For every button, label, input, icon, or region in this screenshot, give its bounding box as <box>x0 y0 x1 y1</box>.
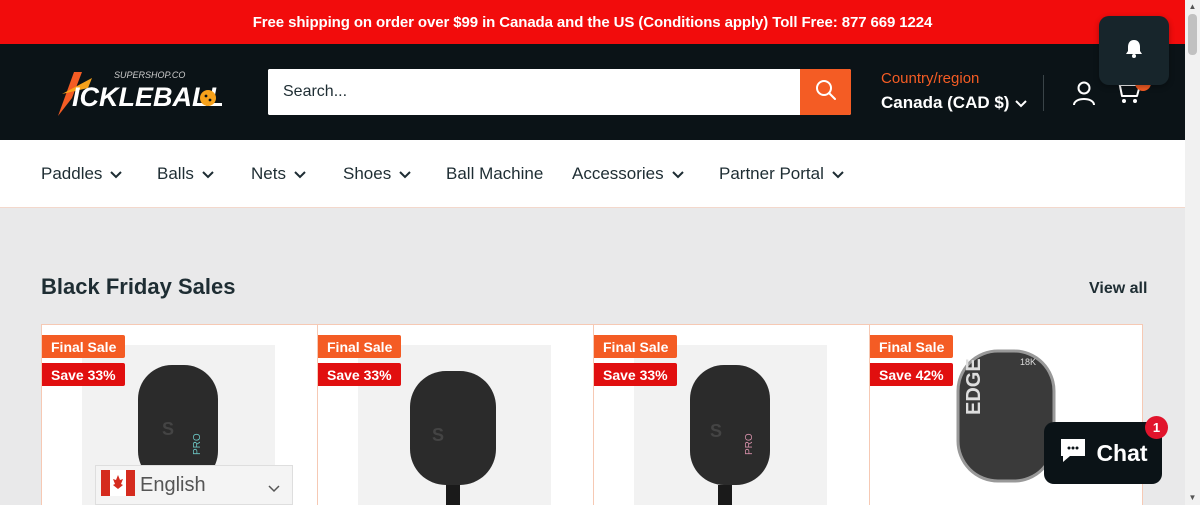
main-nav: Paddles Balls Nets Shoes Ball Machine Ac… <box>0 140 1185 208</box>
chevron-down-icon <box>294 164 306 184</box>
final-sale-badge: Final Sale <box>42 335 126 358</box>
country-dropdown[interactable]: Canada (CAD $) <box>881 93 1028 113</box>
scroll-down-arrow[interactable]: ▼ <box>1188 494 1197 502</box>
final-sale-badge: Final Sale <box>870 335 954 358</box>
product-card[interactable]: S PRO Final Sale Save 33% <box>594 325 870 505</box>
nav-item-ball-machine[interactable]: Ball Machine <box>446 164 543 184</box>
nav-item-balls[interactable]: Balls <box>157 164 214 184</box>
canada-flag-icon <box>101 469 135 501</box>
scroll-thumb[interactable] <box>1188 14 1197 55</box>
svg-text:EDGE: EDGE <box>963 358 985 415</box>
country-label: Country/region <box>881 70 980 87</box>
announcement-text: Free shipping on order over $99 in Canad… <box>252 13 933 31</box>
country-value: Canada (CAD $) <box>881 93 1010 112</box>
product-card[interactable]: S Final Sale Save 33% <box>318 325 594 505</box>
nav-item-paddles[interactable]: Paddles <box>41 164 123 184</box>
site-header: ICKLEBALL SUPERSHOP.CO Country/region Ca… <box>0 44 1185 140</box>
language-label: English <box>140 473 206 496</box>
notification-button[interactable] <box>1099 16 1169 85</box>
account-icon[interactable] <box>1071 80 1097 106</box>
announcement-bar: Free shipping on order over $99 in Canad… <box>0 0 1185 44</box>
chat-bubble-icon <box>1058 436 1088 470</box>
page-scrollbar[interactable]: ▲ ▼ <box>1185 0 1200 505</box>
svg-text:SUPERSHOP.CO: SUPERSHOP.CO <box>114 70 185 80</box>
chevron-down-icon <box>832 164 844 184</box>
svg-text:PRO: PRO <box>744 433 755 455</box>
chat-button[interactable]: Chat <box>1044 422 1162 484</box>
scroll-up-arrow[interactable]: ▲ <box>1188 3 1197 11</box>
header-divider <box>1043 75 1044 111</box>
svg-text:18K: 18K <box>1020 357 1036 367</box>
language-selector[interactable]: English <box>95 465 293 505</box>
nav-label: Partner Portal <box>719 164 824 183</box>
svg-text:PRO: PRO <box>192 433 203 455</box>
nav-label: Balls <box>157 164 194 183</box>
search-icon <box>815 79 837 106</box>
chevron-down-icon <box>671 164 684 184</box>
nav-item-nets[interactable]: Nets <box>251 164 306 184</box>
final-sale-badge: Final Sale <box>318 335 402 358</box>
discount-badge: Save 33% <box>42 363 125 386</box>
section-title: Black Friday Sales <box>41 274 236 299</box>
site-logo[interactable]: ICKLEBALL SUPERSHOP.CO <box>52 66 225 122</box>
discount-badge: Save 33% <box>594 363 677 386</box>
svg-text:ICKLEBALL: ICKLEBALL <box>72 82 222 112</box>
final-sale-badge: Final Sale <box>594 335 678 358</box>
chat-unread-badge: 1 <box>1145 416 1168 439</box>
search-bar <box>268 69 851 115</box>
svg-text:S: S <box>162 419 174 439</box>
search-button[interactable] <box>800 69 851 115</box>
search-input[interactable] <box>268 69 800 115</box>
svg-text:S: S <box>432 425 444 445</box>
nav-label: Ball Machine <box>446 164 544 183</box>
nav-item-shoes[interactable]: Shoes <box>343 164 411 184</box>
nav-label: Paddles <box>41 164 103 183</box>
nav-label: Accessories <box>572 164 664 183</box>
chevron-down-icon <box>202 164 214 184</box>
chat-label: Chat <box>1096 439 1148 466</box>
nav-label: Shoes <box>343 164 392 183</box>
chevron-down-icon <box>1015 93 1028 113</box>
view-all-link[interactable]: View all <box>1089 280 1147 298</box>
nav-item-partner-portal[interactable]: Partner Portal <box>719 164 844 184</box>
chevron-down-icon <box>110 164 123 184</box>
chevron-down-icon <box>399 164 411 184</box>
discount-badge: Save 42% <box>870 363 953 386</box>
nav-item-accessories[interactable]: Accessories <box>572 164 684 184</box>
svg-text:S: S <box>710 421 722 441</box>
nav-label: Nets <box>251 164 286 183</box>
chevron-down-icon <box>268 480 280 498</box>
discount-badge: Save 33% <box>318 363 401 386</box>
country-selector[interactable]: Country/region Canada (CAD $) <box>881 70 1028 113</box>
bell-icon <box>1124 38 1144 63</box>
